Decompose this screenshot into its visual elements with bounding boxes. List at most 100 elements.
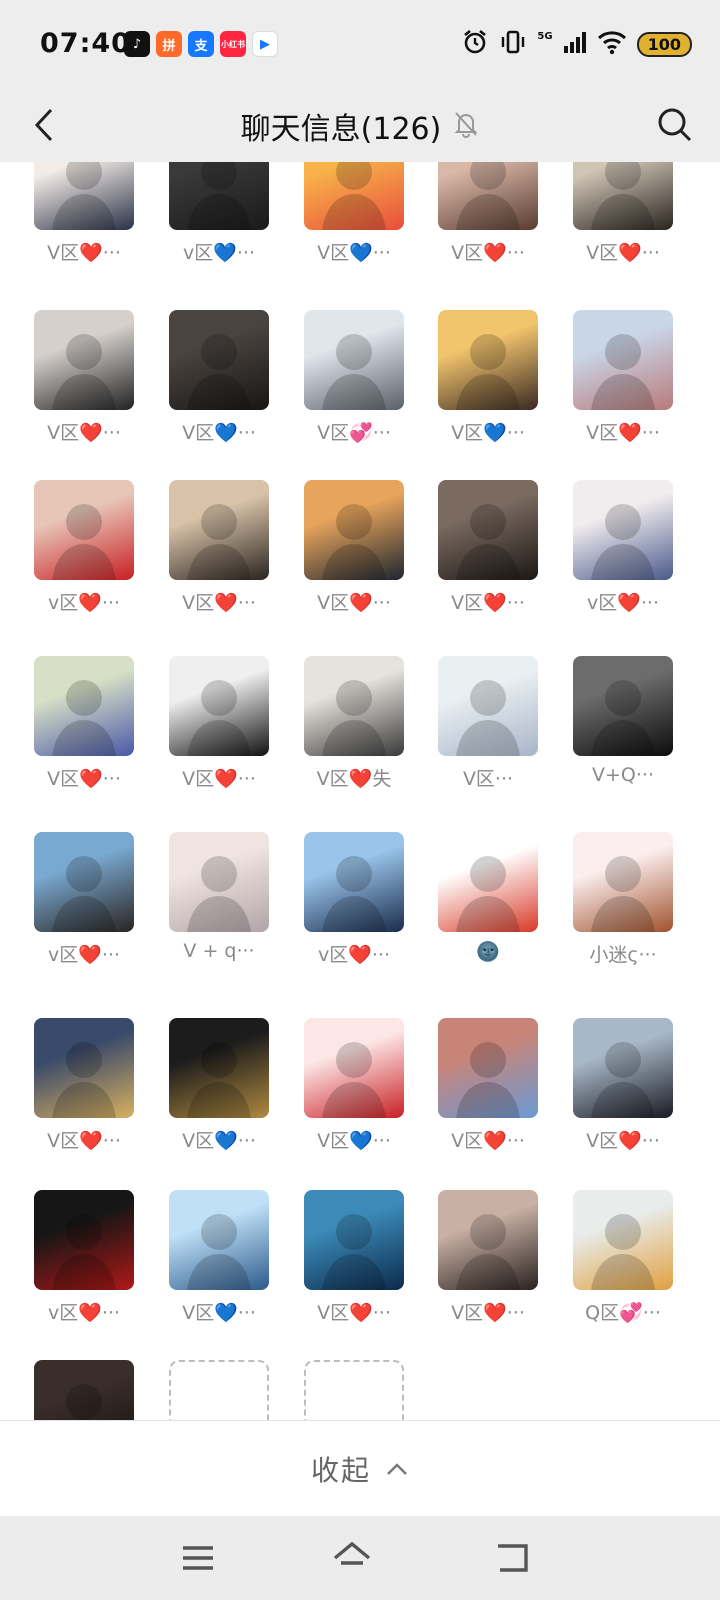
system-nav-bar: [0, 1516, 720, 1600]
member-name: v区❤️···: [47, 944, 121, 966]
page-title: 聊天信息(126): [240, 112, 442, 147]
back-arrow-icon: [498, 1544, 528, 1572]
member-avatar[interactable]: [438, 1018, 538, 1118]
member-avatar[interactable]: [34, 656, 134, 756]
member-avatar[interactable]: [304, 832, 404, 932]
member-name: V区💙···: [182, 1302, 256, 1324]
member-name: V+Q···: [592, 764, 654, 786]
chevron-up-icon: [387, 1462, 407, 1475]
member-name: V区❤️···: [182, 768, 256, 790]
member-avatar[interactable]: [304, 480, 404, 580]
member-avatar[interactable]: [169, 1018, 269, 1118]
signal-icon: [563, 30, 587, 58]
network-type: 5G: [537, 30, 553, 42]
member-avatar[interactable]: [34, 162, 134, 230]
member-avatar[interactable]: [438, 656, 538, 756]
member-name: V区❤️···: [182, 592, 256, 614]
member-avatar[interactable]: [573, 656, 673, 756]
member-avatar[interactable]: [169, 832, 269, 932]
back-nav-button[interactable]: [490, 1536, 534, 1580]
collapse-label: 收起: [310, 1453, 371, 1487]
member-avatar[interactable]: [573, 480, 673, 580]
member-avatar[interactable]: [438, 1190, 538, 1290]
status-bar: 07:40 ♪ 拼支小红书 ▶ 5G 100: [0, 0, 720, 88]
member-avatar[interactable]: [304, 656, 404, 756]
alipay-icon: 支: [188, 31, 214, 57]
member-avatar[interactable]: [438, 832, 538, 932]
member-grid: V区❤️··· v区💙··· V区💙··· V区❤️··· V区❤️··· V区❤️···…: [0, 162, 720, 1420]
member-name: V区❤️···: [47, 242, 121, 264]
member-avatar[interactable]: [573, 1190, 673, 1290]
xiaohongshu-icon: 小红书: [220, 31, 246, 57]
member-avatar[interactable]: [304, 1190, 404, 1290]
search-button[interactable]: [650, 100, 700, 150]
recent-apps-button[interactable]: [176, 1536, 220, 1580]
member-avatar[interactable]: [438, 310, 538, 410]
member-avatar[interactable]: [573, 310, 673, 410]
member-avatar[interactable]: [169, 162, 269, 230]
member-name: V区💙···: [182, 422, 256, 444]
member-avatar[interactable]: [34, 1360, 134, 1420]
member-name: V区❤️···: [586, 1130, 660, 1152]
member-avatar[interactable]: [573, 162, 673, 230]
title-group: 聊天信息(126): [0, 104, 720, 148]
member-name: V区❤️···: [47, 1130, 121, 1152]
member-name: v区❤️···: [586, 592, 660, 614]
header: 聊天信息(126): [0, 88, 720, 162]
member-avatar[interactable]: [169, 480, 269, 580]
member-name: V区···: [462, 768, 514, 790]
member-name: V区❤️···: [451, 1302, 525, 1324]
add-member-button[interactable]: [169, 1360, 269, 1420]
alarm-icon: [461, 28, 489, 60]
system-icons: 5G 100: [461, 28, 692, 60]
member-name: V区❤️···: [586, 242, 660, 264]
member-name: 小迷ς···: [589, 944, 657, 966]
member-avatar[interactable]: [34, 832, 134, 932]
member-avatar[interactable]: [34, 480, 134, 580]
member-name: Q区💞···: [585, 1302, 661, 1324]
member-name: V区❤️···: [451, 592, 525, 614]
clock: 07:40: [40, 28, 131, 59]
home-button[interactable]: [330, 1536, 374, 1580]
member-avatar[interactable]: [573, 1018, 673, 1118]
member-name: V区❤️···: [317, 592, 391, 614]
member-name: v区❤️···: [317, 944, 391, 966]
member-name: V + q···: [183, 940, 255, 962]
member-name: V区❤️失: [316, 768, 392, 790]
member-name: V区❤️···: [586, 422, 660, 444]
collapse-button[interactable]: 收起: [0, 1420, 720, 1516]
member-name: 🌚: [476, 941, 500, 963]
member-name: v区💙···: [182, 242, 256, 264]
home-icon: [333, 1541, 371, 1565]
member-name: V区💙···: [182, 1130, 256, 1152]
member-avatar[interactable]: [169, 1190, 269, 1290]
member-avatar[interactable]: [169, 310, 269, 410]
member-avatar[interactable]: [304, 1018, 404, 1118]
menu-icon: [183, 1546, 213, 1570]
member-avatar[interactable]: [304, 162, 404, 230]
video-app-icon: ▶: [252, 31, 278, 57]
battery-indicator: 100: [636, 31, 692, 57]
member-avatar[interactable]: [438, 162, 538, 230]
shopping-app-icon: 拼: [156, 31, 182, 57]
member-avatar[interactable]: [304, 310, 404, 410]
member-avatar[interactable]: [169, 656, 269, 756]
member-avatar[interactable]: [34, 1190, 134, 1290]
member-name: V区❤️···: [317, 1302, 391, 1324]
tiktok-icon: ♪: [124, 31, 150, 57]
member-name: V区💙···: [317, 1130, 391, 1152]
member-name: v区❤️···: [47, 592, 121, 614]
member-avatar[interactable]: [34, 1018, 134, 1118]
member-name: V区❤️···: [47, 768, 121, 790]
search-icon: [658, 108, 692, 142]
member-name: V区❤️···: [47, 422, 121, 444]
remove-member-button[interactable]: [304, 1360, 404, 1420]
member-name: V区💞···: [317, 422, 391, 444]
member-avatar[interactable]: [34, 310, 134, 410]
member-avatar[interactable]: [438, 480, 538, 580]
mute-bell-icon: [453, 110, 479, 142]
vibrate-icon: [499, 28, 527, 60]
member-avatar[interactable]: [573, 832, 673, 932]
member-name: V区❤️···: [451, 1130, 525, 1152]
member-name: v区❤️···: [47, 1302, 121, 1324]
